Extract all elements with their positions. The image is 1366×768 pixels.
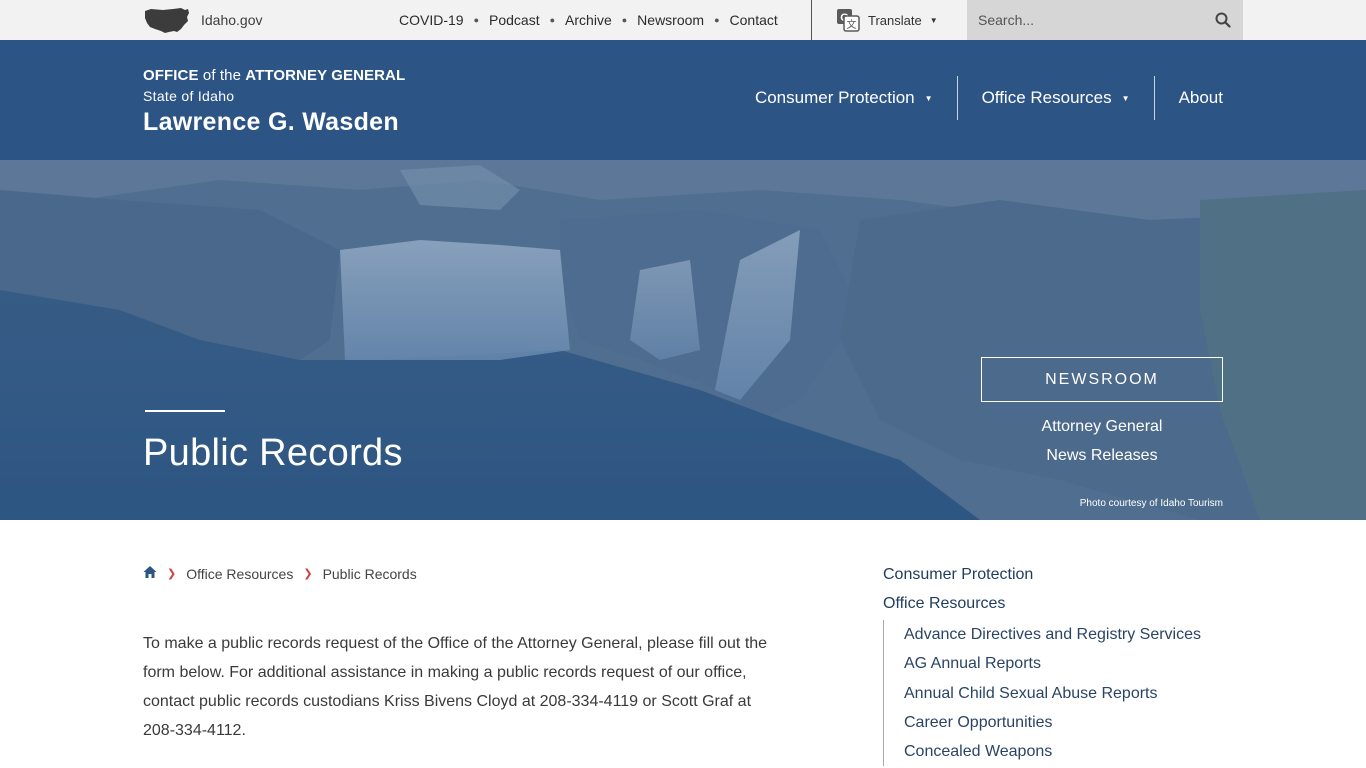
nav-label: Consumer Protection [754,88,915,107]
utility-links: COVID-19 ● Podcast ● Archive ● Newsroom … [399,0,778,40]
svg-text:文: 文 [847,18,857,31]
main-nav: Consumer Protection ▼ Office Resources ▼… [731,76,1223,120]
translate-label: Translate [868,12,922,28]
sidebar-subitem-advance-directives[interactable]: Advance Directives and Registry Services [904,620,1223,649]
translate-button[interactable]: G 文 Translate ▼ [811,0,967,40]
page-title: Public Records [143,432,403,474]
sidebar-subitem-child-abuse-reports[interactable]: Annual Child Sexual Abuse Reports [904,679,1223,708]
breadcrumb-office-resources[interactable]: Office Resources [186,566,293,582]
news-releases-link[interactable]: Attorney General News Releases [981,412,1223,470]
newsroom-link[interactable]: Newsroom [637,12,704,28]
caret-down-icon: ▼ [1121,93,1130,103]
nav-about[interactable]: About [1153,76,1223,120]
news-sub-line1: Attorney General [1041,418,1163,435]
sidebar-item-office-resources[interactable]: Office Resources [883,589,1223,618]
separator-dot: ● [714,15,720,25]
search-icon[interactable] [1215,12,1231,28]
chevron-right-icon: ❯ [167,568,177,580]
archive-link[interactable]: Archive [565,12,612,28]
utility-bar: Idaho.gov COVID-19 ● Podcast ● Archive ●… [0,0,1366,40]
breadcrumb: ❯ Office Resources ❯ Public Records [143,565,417,582]
news-sub-line2: News Releases [1046,447,1158,464]
search-input[interactable] [967,0,1203,40]
nav-label: About [1178,88,1223,107]
site-header: OFFICE of the ATTORNEY GENERAL State of … [0,40,1366,160]
nav-office-resources[interactable]: Office Resources ▼ [956,76,1154,120]
site-brand[interactable]: OFFICE of the ATTORNEY GENERAL State of … [143,67,405,137]
home-icon[interactable] [143,565,157,582]
sidebar-item-consumer-protection[interactable]: Consumer Protection [883,560,1223,589]
hero-banner: Public Records NEWSROOM Attorney General… [0,160,1366,520]
utility-inner: Idaho.gov COVID-19 ● Podcast ● Archive ●… [143,0,1243,40]
sidebar-subitem-concealed-weapons[interactable]: Concealed Weapons [904,737,1223,766]
translate-icon: G 文 [837,9,860,32]
photo-credit: Photo courtesy of Idaho Tourism [1079,498,1223,509]
chevron-right-icon: ❯ [303,568,313,580]
brand-office-line: OFFICE of the ATTORNEY GENERAL [143,67,406,84]
brand-state: State of Idaho [143,88,235,104]
contact-link[interactable]: Contact [730,12,778,28]
nav-consumer-protection[interactable]: Consumer Protection ▼ [731,76,957,120]
sidebar-subitem-career-opportunities[interactable]: Career Opportunities [904,708,1223,737]
title-rule [145,410,225,412]
search-box [967,0,1243,40]
intro-paragraph: To make a public records request of the … [143,635,768,739]
idaho-gov-label: Idaho.gov [201,12,263,28]
us-map-icon [145,8,189,33]
caret-down-icon: ▼ [924,93,933,103]
separator-dot: ● [473,15,480,25]
separator-dot: ● [549,15,556,25]
newsroom-button[interactable]: NEWSROOM [981,357,1223,402]
caret-down-icon: ▼ [929,15,938,25]
nav-label: Office Resources [981,88,1112,107]
covid-link[interactable]: COVID-19 [399,12,464,28]
brand-name: Lawrence G. Wasden [143,108,399,136]
sidebar-nav: Consumer Protection Office Resources Adv… [883,560,1223,767]
idaho-gov-link[interactable]: Idaho.gov [143,5,263,35]
sidebar-subnav: Advance Directives and Registry Services… [883,620,1223,767]
sidebar-subitem-ag-annual-reports[interactable]: AG Annual Reports [904,649,1223,678]
podcast-link[interactable]: Podcast [489,12,540,28]
breadcrumb-current: Public Records [322,565,417,582]
separator-dot: ● [621,15,628,25]
